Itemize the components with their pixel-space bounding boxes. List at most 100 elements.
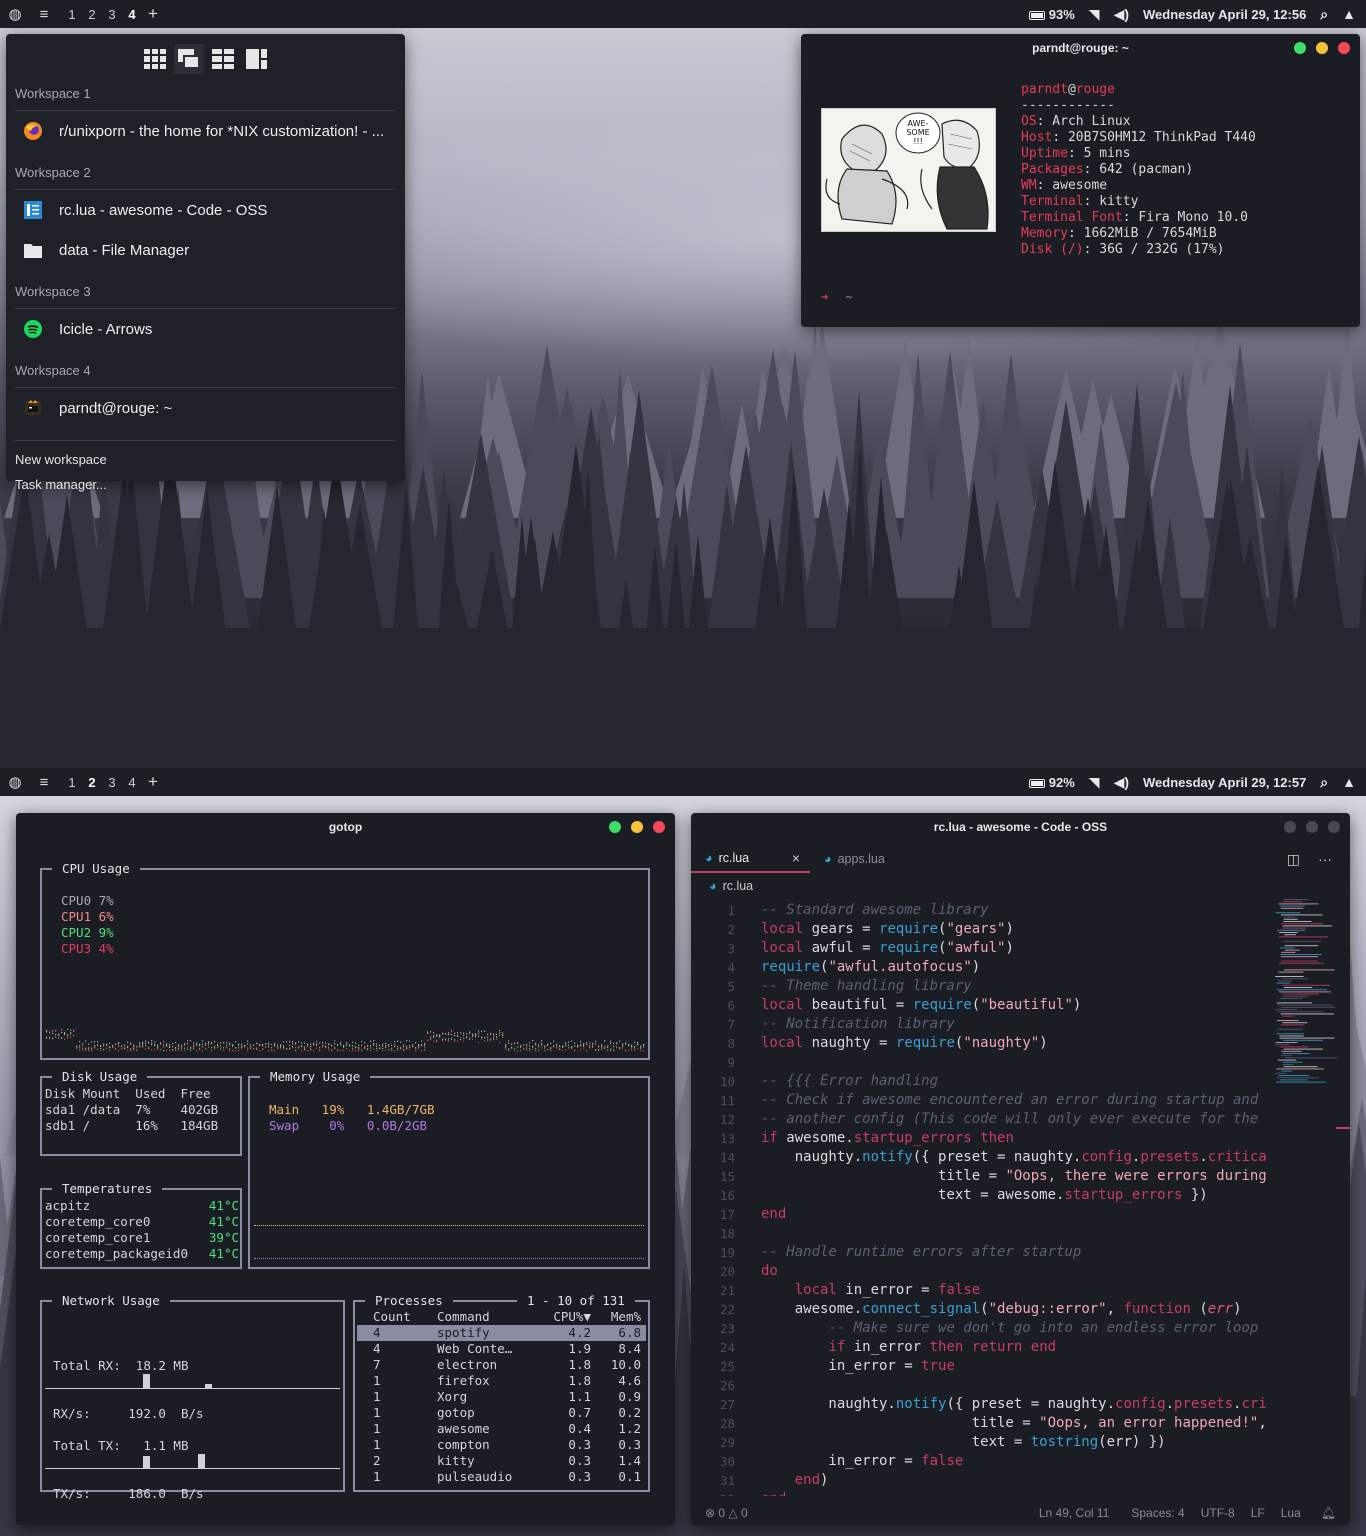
clock[interactable]: Wednesday April 29, 12:57 bbox=[1143, 775, 1306, 790]
nf-value: : awesome bbox=[1036, 178, 1108, 193]
cpu-graph-point bbox=[268, 1042, 270, 1044]
minimize-icon[interactable] bbox=[1306, 821, 1318, 833]
code-token: -- Notification library bbox=[761, 1016, 955, 1032]
close-icon[interactable] bbox=[1328, 821, 1340, 833]
tab-rc-lua[interactable]: ◕ rc.lua × bbox=[691, 845, 810, 873]
process-cell: 0.2 bbox=[618, 1405, 641, 1420]
process-cell: 0.7 bbox=[568, 1405, 591, 1420]
process-cell: compton bbox=[437, 1437, 490, 1452]
workspace-2[interactable]: 2 bbox=[82, 775, 102, 790]
minimap-line bbox=[1283, 940, 1322, 942]
window-item-firefox[interactable]: r/unixporn - the home for *NIX customiza… bbox=[6, 111, 405, 151]
cpu-graph-point bbox=[631, 1049, 633, 1051]
cpu-graph-point bbox=[307, 1045, 309, 1047]
window-item-file-manager[interactable]: data - File Manager bbox=[6, 230, 405, 270]
notification-bell-icon[interactable]: ▲ bbox=[1342, 774, 1356, 790]
cpu-graph-point bbox=[157, 1048, 159, 1050]
battery-percent: 92% bbox=[1048, 774, 1075, 790]
add-workspace-icon[interactable]: + bbox=[142, 4, 164, 24]
maximize-icon[interactable] bbox=[1294, 42, 1306, 54]
code-token: "awful.autofocus" bbox=[828, 959, 972, 975]
search-icon[interactable]: ⌕ bbox=[1320, 6, 1328, 23]
minimize-icon[interactable] bbox=[1316, 42, 1328, 54]
process-row[interactable]: 1 firefox 1.8 4.6 bbox=[357, 1373, 646, 1389]
process-row[interactable]: 1 Xorg 1.1 0.9 bbox=[357, 1389, 646, 1405]
process-row[interactable]: 2 kitty 0.3 1.4 bbox=[357, 1453, 646, 1469]
language-mode[interactable]: Lua bbox=[1281, 1506, 1301, 1520]
terminal-window[interactable]: parndt@rouge: ~ AWE-SOME!!! parndt@rouge… bbox=[801, 34, 1360, 327]
split-editor-icon[interactable]: ◫ bbox=[1287, 851, 1300, 868]
close-icon[interactable] bbox=[653, 821, 665, 833]
wifi-icon[interactable]: ◥ bbox=[1089, 6, 1100, 23]
launcher-icon[interactable]: ◍ bbox=[0, 5, 30, 23]
workspace-1[interactable]: 1 bbox=[62, 7, 82, 22]
cpu-graph-point bbox=[445, 1038, 447, 1040]
cpu-graph-point bbox=[145, 1045, 147, 1047]
volume-icon[interactable]: ◀) bbox=[1114, 774, 1129, 791]
task-manager-button[interactable]: Task manager... bbox=[6, 472, 405, 497]
minimize-icon[interactable] bbox=[631, 821, 643, 833]
process-row[interactable]: 7 electron 1.8 10.0 bbox=[357, 1357, 646, 1373]
process-row[interactable]: 1 gotop 0.7 0.2 bbox=[357, 1405, 646, 1421]
layout-grid-icon[interactable] bbox=[140, 44, 170, 74]
maximize-icon[interactable] bbox=[609, 821, 621, 833]
layout-floating-icon[interactable] bbox=[173, 44, 204, 74]
window-item-spotify[interactable]: Icicle - Arrows bbox=[6, 309, 405, 349]
workspace-3[interactable]: 3 bbox=[102, 7, 122, 22]
launcher-icon[interactable]: ◍ bbox=[0, 773, 30, 791]
cpu-graph-point bbox=[361, 1050, 363, 1052]
cpu-graph-point bbox=[565, 1049, 567, 1051]
cpu-graph-point bbox=[211, 1047, 213, 1049]
layout-tile-icon[interactable] bbox=[208, 44, 238, 74]
wifi-icon[interactable]: ◥ bbox=[1089, 774, 1100, 791]
workspace-4[interactable]: 4 bbox=[122, 7, 142, 22]
shell-prompt[interactable]: ➜ ~ bbox=[821, 290, 853, 304]
errors-indicator[interactable]: ⊗ 0 △ 0 bbox=[705, 1506, 748, 1520]
minimap-line bbox=[1283, 987, 1313, 988]
layout-max-icon[interactable] bbox=[242, 44, 272, 74]
workspace-4[interactable]: 4 bbox=[122, 775, 142, 790]
process-row[interactable]: 4 spotify 4.2 6.8 bbox=[357, 1325, 646, 1341]
search-icon[interactable]: ⌕ bbox=[1320, 774, 1328, 791]
battery-indicator[interactable]: 92% bbox=[1028, 774, 1075, 790]
volume-icon[interactable]: ◀) bbox=[1114, 6, 1129, 23]
indentation[interactable]: Spaces: 4 bbox=[1131, 1506, 1184, 1520]
add-workspace-icon[interactable]: + bbox=[142, 772, 164, 792]
cursor-position[interactable]: Ln 49, Col 11 bbox=[1039, 1506, 1110, 1520]
cpu-graph-point bbox=[268, 1050, 270, 1052]
notification-bell-icon[interactable]: ▲ bbox=[1342, 6, 1356, 22]
close-tab-icon[interactable]: × bbox=[792, 850, 800, 866]
line-ending[interactable]: LF bbox=[1251, 1506, 1265, 1520]
code-titlebar[interactable]: rc.lua - awesome - Code - OSS bbox=[691, 813, 1350, 841]
close-icon[interactable] bbox=[1338, 42, 1350, 54]
process-row[interactable]: 1 pulseaudio 0.3 0.1 bbox=[357, 1469, 646, 1485]
minimap[interactable] bbox=[1275, 897, 1337, 1087]
menu-icon[interactable]: ≡ bbox=[30, 6, 58, 23]
code-area[interactable]: 1 -- Standard awesome library 2 local gears… bbox=[691, 898, 1269, 1496]
gotop-window[interactable]: gotop CPU Usage CPU0 7% CPU1 6% CPU2 9% CPU… bbox=[16, 813, 675, 1525]
process-row[interactable]: 1 awesome 0.4 1.2 bbox=[357, 1421, 646, 1437]
more-actions-icon[interactable]: ··· bbox=[1318, 851, 1332, 867]
terminal-titlebar[interactable]: parndt@rouge: ~ bbox=[801, 34, 1360, 62]
minimap-line bbox=[1281, 923, 1324, 925]
menu-icon[interactable]: ≡ bbox=[30, 774, 58, 791]
breadcrumb[interactable]: ◕ rc.lua bbox=[709, 879, 753, 893]
encoding[interactable]: UTF-8 bbox=[1201, 1506, 1235, 1520]
cpu-graph-point bbox=[421, 1044, 423, 1046]
notification-bell-icon[interactable]: 🔔︎ bbox=[1321, 1506, 1336, 1520]
process-row[interactable]: 4 Web Conte… 1.9 8.4 bbox=[357, 1341, 646, 1357]
battery-indicator[interactable]: 93% bbox=[1028, 7, 1075, 22]
workspace-3[interactable]: 3 bbox=[102, 775, 122, 790]
workspace-2[interactable]: 2 bbox=[82, 7, 102, 22]
process-row[interactable]: 1 compton 0.3 0.3 bbox=[357, 1437, 646, 1453]
window-item-terminal[interactable]: parndt@rouge: ~ bbox=[6, 388, 405, 428]
workspace-1[interactable]: 1 bbox=[62, 775, 82, 790]
new-workspace-button[interactable]: New workspace bbox=[6, 447, 405, 472]
gotop-titlebar[interactable]: gotop bbox=[16, 813, 675, 841]
cpu-graph-point bbox=[502, 1034, 504, 1036]
window-item-code[interactable]: rc.lua - awesome - Code - OSS bbox=[6, 190, 405, 230]
maximize-icon[interactable] bbox=[1284, 821, 1296, 833]
tab-apps-lua[interactable]: ◕ apps.lua bbox=[810, 845, 885, 873]
code-editor-window[interactable]: rc.lua - awesome - Code - OSS ◕ rc.lua ×… bbox=[691, 813, 1350, 1525]
clock[interactable]: Wednesday April 29, 12:56 bbox=[1143, 7, 1306, 22]
